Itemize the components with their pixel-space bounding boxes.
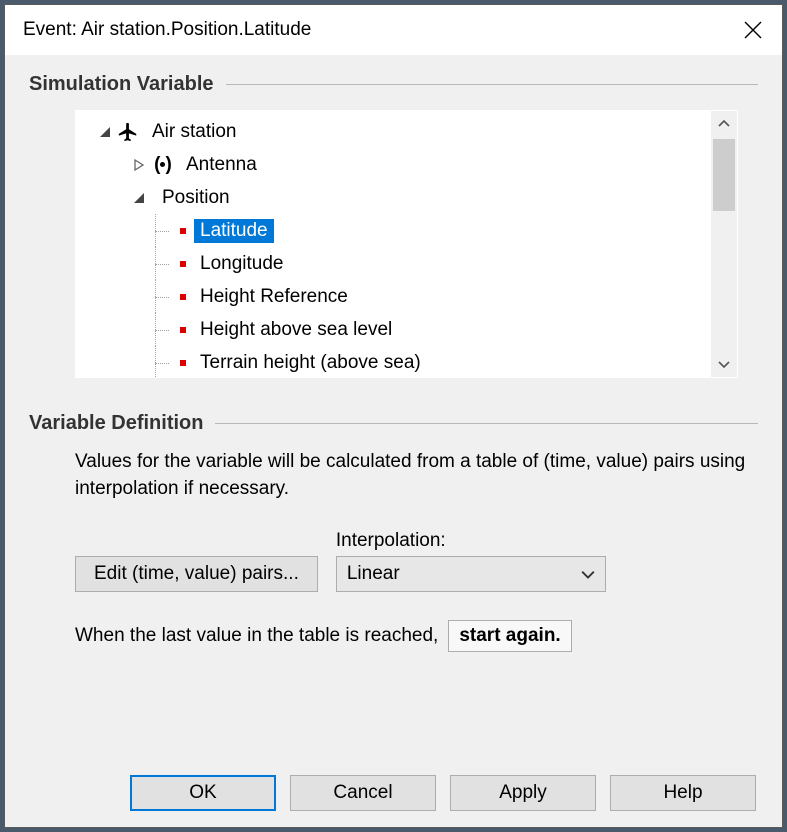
tree-node-air-station[interactable]: Air station — [76, 115, 711, 148]
ok-button[interactable]: OK — [130, 775, 276, 811]
tree-label: Position — [156, 186, 236, 210]
property-icon — [180, 261, 186, 267]
edit-pairs-button[interactable]: Edit (time, value) pairs... — [75, 556, 318, 592]
scroll-up-icon[interactable] — [711, 111, 737, 137]
section-title: Variable Definition — [29, 412, 203, 435]
titlebar: Event: Air station.Position.Latitude — [5, 5, 782, 55]
section-header-vardef: Variable Definition — [29, 412, 758, 435]
last-value-action-button[interactable]: start again. — [448, 620, 571, 652]
property-icon — [180, 360, 186, 366]
interpolation-value: Linear — [347, 563, 400, 585]
definition-description: Values for the variable will be calculat… — [75, 449, 754, 502]
tree-label: Antenna — [180, 153, 263, 177]
airplane-icon — [116, 120, 140, 144]
tree-viewport: Air station () Antenna Positi — [76, 111, 711, 377]
scroll-thumb[interactable] — [713, 139, 735, 211]
tree-label: Height above sea level — [194, 318, 398, 342]
section-header-simvar: Simulation Variable — [29, 73, 758, 96]
tree-label: Air station — [146, 120, 242, 144]
dialog-buttons: OK Cancel Apply Help — [29, 737, 758, 811]
tree-leaf-terrain[interactable]: Terrain height (above sea) — [76, 346, 711, 377]
tree-leaf-latitude[interactable]: Latitude — [76, 214, 711, 247]
chevron-down-icon — [581, 567, 595, 581]
tree-leaf-longitude[interactable]: Longitude — [76, 247, 711, 280]
help-button[interactable]: Help — [610, 775, 756, 811]
event-dialog: Event: Air station.Position.Latitude Sim… — [4, 4, 783, 828]
tree-node-position[interactable]: Position — [76, 181, 711, 214]
section-title: Simulation Variable — [29, 73, 214, 96]
variable-tree[interactable]: Air station () Antenna Positi — [75, 110, 738, 378]
expander-open-icon[interactable] — [96, 123, 114, 141]
divider — [215, 423, 758, 424]
scroll-down-icon[interactable] — [711, 351, 737, 377]
interpolation-select[interactable]: Linear — [336, 556, 606, 592]
divider — [226, 84, 758, 85]
tree-label: Height Reference — [194, 285, 354, 309]
variable-definition-section: Variable Definition Values for the varia… — [29, 412, 758, 652]
tree-node-antenna[interactable]: () Antenna — [76, 148, 711, 181]
cancel-button[interactable]: Cancel — [290, 775, 436, 811]
scrollbar[interactable] — [711, 111, 737, 377]
close-button[interactable] — [732, 9, 774, 51]
antenna-icon: () — [150, 153, 174, 177]
dialog-body: Simulation Variable Air station — [5, 55, 782, 827]
expander-open-icon[interactable] — [130, 189, 148, 207]
tree-leaf-height-reference[interactable]: Height Reference — [76, 280, 711, 313]
window-title: Event: Air station.Position.Latitude — [23, 19, 732, 41]
apply-button[interactable]: Apply — [450, 775, 596, 811]
tree-label: Latitude — [194, 219, 274, 243]
last-value-text: When the last value in the table is reac… — [75, 625, 438, 647]
interpolation-label: Interpolation: — [336, 530, 606, 552]
expander-closed-icon[interactable] — [130, 156, 148, 174]
tree-label: Longitude — [194, 252, 289, 276]
close-icon — [744, 21, 762, 39]
property-icon — [180, 228, 186, 234]
property-icon — [180, 327, 186, 333]
property-icon — [180, 294, 186, 300]
tree-leaf-height-sea[interactable]: Height above sea level — [76, 313, 711, 346]
tree-label: Terrain height (above sea) — [194, 351, 427, 375]
